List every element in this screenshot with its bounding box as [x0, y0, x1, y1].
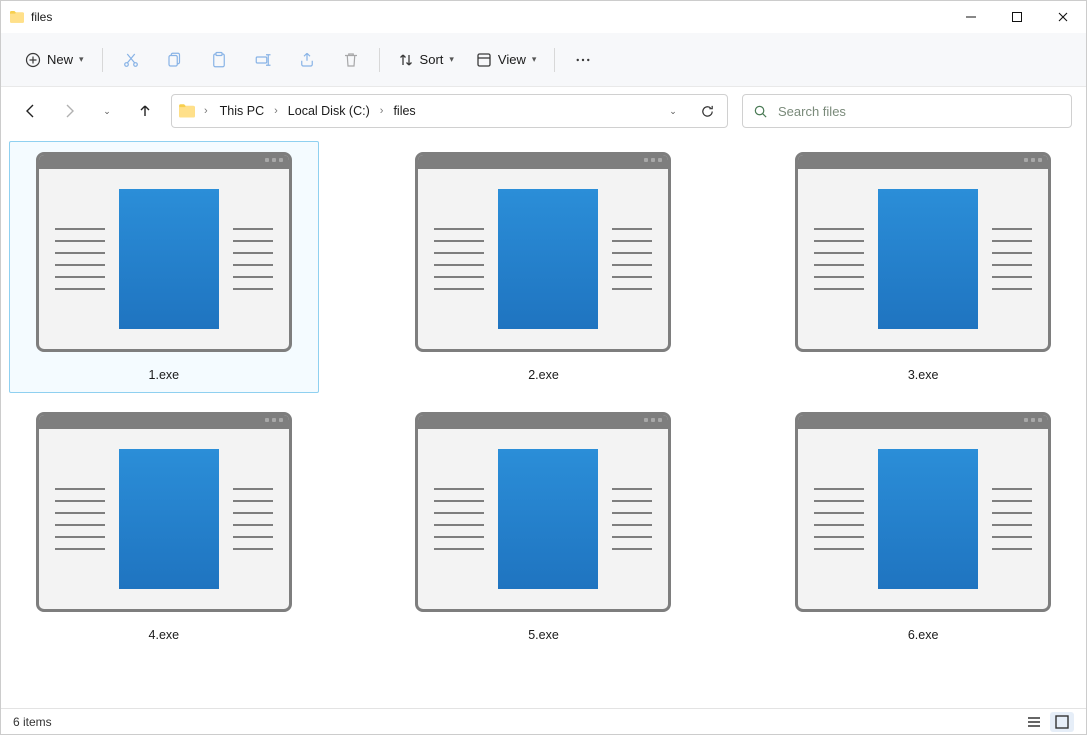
address-dropdown-button[interactable]: ⌄: [659, 97, 687, 125]
file-item[interactable]: 3.exe: [768, 141, 1078, 393]
sort-button[interactable]: Sort ▾: [388, 46, 464, 74]
file-grid: 1.exe 2.exe 3.exe 4.exe 5.ex: [9, 141, 1078, 653]
chevron-down-icon: ⌄: [669, 106, 677, 117]
new-label: New: [47, 52, 73, 67]
folder-icon: [178, 102, 196, 120]
details-view-button[interactable]: [1022, 712, 1046, 732]
list-icon: [1027, 715, 1041, 729]
breadcrumb-item[interactable]: files: [389, 100, 419, 122]
up-button[interactable]: [129, 95, 161, 127]
chevron-right-icon: ›: [272, 105, 280, 117]
file-name: 6.exe: [908, 628, 939, 650]
maximize-button[interactable]: [994, 1, 1040, 33]
status-count: 6 items: [13, 715, 52, 729]
arrow-left-icon: [23, 103, 39, 119]
window-title: files: [31, 10, 52, 24]
minimize-button[interactable]: [948, 1, 994, 33]
sort-label: Sort: [420, 52, 444, 67]
chevron-right-icon: ›: [202, 105, 210, 117]
copy-button[interactable]: [155, 42, 195, 78]
file-item[interactable]: 5.exe: [389, 401, 699, 653]
paste-icon: [210, 51, 228, 69]
file-thumbnail: [415, 412, 671, 612]
share-icon: [298, 51, 316, 69]
view-toggle: [1022, 712, 1074, 732]
file-name: 5.exe: [528, 628, 559, 650]
window-controls: [948, 1, 1086, 33]
view-label: View: [498, 52, 526, 67]
breadcrumb: This PC › Local Disk (C:) › files: [216, 100, 653, 122]
cut-button[interactable]: [111, 42, 151, 78]
close-button[interactable]: [1040, 1, 1086, 33]
toolbar: New ▾ Sort: [1, 33, 1086, 87]
breadcrumb-item[interactable]: This PC: [216, 100, 268, 122]
file-thumbnail: [36, 412, 292, 612]
address-bar[interactable]: › This PC › Local Disk (C:) › files ⌄: [171, 94, 728, 128]
new-button[interactable]: New ▾: [15, 46, 94, 74]
file-name: 3.exe: [908, 368, 939, 390]
file-item[interactable]: 2.exe: [389, 141, 699, 393]
folder-icon: [9, 9, 25, 25]
file-thumbnail: [795, 412, 1051, 612]
status-bar: 6 items: [1, 708, 1086, 734]
chevron-down-icon: ▾: [532, 54, 537, 65]
more-icon: [574, 51, 592, 69]
search-input[interactable]: [776, 103, 1061, 120]
file-item[interactable]: 6.exe: [768, 401, 1078, 653]
arrow-right-icon: [61, 103, 77, 119]
paste-button[interactable]: [199, 42, 239, 78]
chevron-down-icon: ▾: [449, 54, 454, 65]
view-icon: [476, 52, 492, 68]
chevron-right-icon: ›: [378, 105, 386, 117]
file-name: 1.exe: [149, 368, 180, 390]
explorer-window: files New ▾: [0, 0, 1087, 735]
titlebar: files: [1, 1, 1086, 33]
cut-icon: [122, 51, 140, 69]
more-button[interactable]: [563, 42, 603, 78]
thumbnails-view-button[interactable]: [1050, 712, 1074, 732]
refresh-icon: [700, 104, 715, 119]
grid-icon: [1055, 715, 1069, 729]
file-name: 4.exe: [149, 628, 180, 650]
view-button[interactable]: View ▾: [466, 46, 546, 74]
forward-button[interactable]: [53, 95, 85, 127]
file-thumbnail: [415, 152, 671, 352]
recent-button[interactable]: ⌄: [91, 95, 123, 127]
refresh-button[interactable]: [693, 97, 721, 125]
file-thumbnail: [36, 152, 292, 352]
copy-icon: [166, 51, 184, 69]
nav-row: ⌄ › This PC › Local Disk (C:) › files ⌄: [1, 87, 1086, 135]
delete-button[interactable]: [331, 42, 371, 78]
share-button[interactable]: [287, 42, 327, 78]
chevron-down-icon: ▾: [79, 54, 84, 65]
file-item[interactable]: 4.exe: [9, 401, 319, 653]
file-name: 2.exe: [528, 368, 559, 390]
search-box[interactable]: [742, 94, 1072, 128]
rename-button[interactable]: [243, 42, 283, 78]
rename-icon: [254, 51, 272, 69]
file-item[interactable]: 1.exe: [9, 141, 319, 393]
search-icon: [753, 104, 768, 119]
sort-icon: [398, 52, 414, 68]
trash-icon: [342, 51, 360, 69]
arrow-up-icon: [137, 103, 153, 119]
content-area[interactable]: 1.exe 2.exe 3.exe 4.exe 5.ex: [1, 135, 1086, 708]
chevron-down-icon: ⌄: [103, 106, 111, 117]
file-thumbnail: [795, 152, 1051, 352]
breadcrumb-item[interactable]: Local Disk (C:): [284, 100, 374, 122]
plus-circle-icon: [25, 52, 41, 68]
back-button[interactable]: [15, 95, 47, 127]
